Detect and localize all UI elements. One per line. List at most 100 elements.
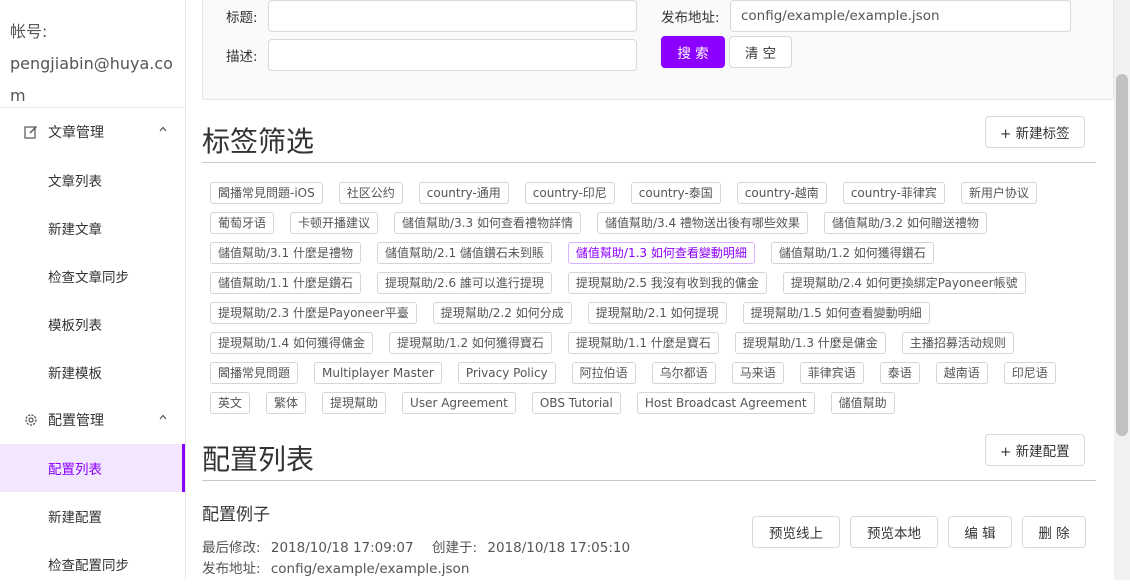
tag-chip[interactable]: 乌尔都语 bbox=[651, 362, 716, 384]
main-content: 标题: 描述: 发布地址: config/example/example.jso… bbox=[186, 0, 1114, 580]
url-meta-value: config/example/example.json bbox=[270, 561, 470, 577]
title-field-row: 标题: bbox=[226, 0, 637, 32]
tag-chip[interactable]: country-越南 bbox=[736, 182, 827, 204]
tag-chip[interactable]: country-菲律宾 bbox=[842, 182, 945, 204]
tag-chip[interactable]: 儲值幫助/3.2 如何贈送禮物 bbox=[823, 212, 987, 234]
tag-chip[interactable]: 提現幫助 bbox=[322, 392, 387, 414]
chevron-up-icon bbox=[159, 126, 167, 132]
menu-item-config-sync[interactable]: 检查配置同步 bbox=[0, 540, 185, 588]
tag-list: 閪播常見問題-iOS 社区公约 country-通用 country-印尼 countr… bbox=[210, 182, 1090, 414]
tags-section-title: 标签筛选 bbox=[202, 125, 315, 158]
config-divider bbox=[202, 480, 1096, 481]
tag-chip[interactable]: Host Broadcast Agreement bbox=[636, 392, 815, 414]
chevron-up-icon bbox=[159, 414, 167, 420]
menu-item-new-config[interactable]: 新建配置 bbox=[0, 492, 185, 540]
gear-icon bbox=[25, 414, 37, 426]
tag-chip[interactable]: country-泰国 bbox=[630, 182, 721, 204]
scrollbar-thumb[interactable] bbox=[1116, 74, 1128, 436]
new-tag-button[interactable]: + 新建标签 bbox=[985, 116, 1085, 148]
tag-chip[interactable]: 提現幫助/2.4 如何更換綁定Payoneer帳號 bbox=[782, 272, 1026, 294]
tag-chip[interactable]: 马来语 bbox=[731, 362, 784, 384]
tag-chip[interactable]: 儲值幫助/2.1 儲值鑽石未到賬 bbox=[376, 242, 552, 264]
tag-chip[interactable]: 提現幫助/2.1 如何提現 bbox=[587, 302, 727, 324]
tag-chip[interactable]: country-印尼 bbox=[524, 182, 615, 204]
tag-chip[interactable]: 提現幫助/2.2 如何分成 bbox=[432, 302, 572, 324]
menu-group-articles[interactable]: 文章管理 bbox=[0, 108, 185, 156]
tag-chip[interactable]: 提現幫助/1.2 如何獲得寶石 bbox=[388, 332, 552, 354]
config-item-name[interactable]: 配置例子 bbox=[202, 500, 270, 525]
tag-chip[interactable]: 提現幫助/2.5 我沒有收到我的傭金 bbox=[567, 272, 767, 294]
desc-label: 描述: bbox=[226, 49, 258, 65]
menu-group-label: 文章管理 bbox=[48, 125, 104, 141]
menu-group-configs[interactable]: 配置管理 bbox=[0, 396, 185, 444]
menu-item-article-list[interactable]: 文章列表 bbox=[0, 156, 185, 204]
edit-icon bbox=[24, 126, 37, 139]
tag-chip[interactable]: 菲律宾语 bbox=[799, 362, 864, 384]
clear-button[interactable]: 清 空 bbox=[729, 36, 792, 68]
tag-chip[interactable]: 提現幫助/1.1 什麼是寶石 bbox=[567, 332, 719, 354]
description-input[interactable] bbox=[268, 39, 637, 71]
modified-label: 最后修改: bbox=[202, 540, 261, 556]
tag-chip[interactable]: Privacy Policy bbox=[457, 362, 556, 384]
config-modified: 最后修改: 2018/10/18 17:09:07 bbox=[202, 536, 414, 556]
tag-chip[interactable]: 印尼语 bbox=[1003, 362, 1056, 384]
tag-chip[interactable]: 英文 bbox=[210, 392, 251, 414]
account-info: 帐号: pengjiabin@huya.com bbox=[0, 0, 185, 108]
config-section-title: 配置列表 bbox=[202, 443, 315, 476]
tag-chip[interactable]: 閪播常見問題 bbox=[210, 362, 299, 384]
edit-button[interactable]: 编 辑 bbox=[948, 516, 1012, 548]
tag-chip[interactable]: 儲值幫助 bbox=[830, 392, 895, 414]
tag-chip[interactable]: 越南语 bbox=[935, 362, 988, 384]
preview-local-button[interactable]: 预览本地 bbox=[850, 516, 938, 548]
created-label: 创建于: bbox=[432, 540, 478, 556]
menu-item-new-template[interactable]: 新建模板 bbox=[0, 348, 185, 396]
config-url: 发布地址: config/example/example.json bbox=[202, 557, 469, 577]
tag-chip[interactable]: 提現幫助/1.5 如何查看變動明細 bbox=[742, 302, 930, 324]
new-config-button[interactable]: + 新建配置 bbox=[985, 434, 1085, 466]
menu-item-template-list[interactable]: 模板列表 bbox=[0, 300, 185, 348]
delete-button[interactable]: 删 除 bbox=[1022, 516, 1086, 548]
tag-chip[interactable]: 儲值幫助/1.1 什麼是鑽石 bbox=[210, 272, 361, 294]
tag-chip[interactable]: 葡萄牙语 bbox=[210, 212, 275, 234]
tag-chip[interactable]: 儲值幫助/3.1 什麼是禮物 bbox=[210, 242, 361, 264]
tag-chip[interactable]: OBS Tutorial bbox=[531, 392, 621, 414]
modified-value: 2018/10/18 17:09:07 bbox=[270, 540, 414, 556]
url-field-row: 发布地址: config/example/example.json bbox=[661, 0, 1071, 32]
created-value: 2018/10/18 17:05:10 bbox=[487, 540, 631, 556]
search-button[interactable]: 搜 索 bbox=[661, 36, 725, 68]
vertical-scrollbar[interactable] bbox=[1114, 0, 1130, 580]
publish-url-input[interactable]: config/example/example.json bbox=[730, 0, 1071, 32]
tag-chip[interactable]: 卡顿开播建议 bbox=[290, 212, 379, 234]
tag-chip[interactable]: country-通用 bbox=[418, 182, 509, 204]
tag-chip[interactable]: 儲值幫助/3.3 如何查看禮物詳情 bbox=[394, 212, 581, 234]
tag-chip[interactable]: 提現幫助/2.3 什麼是Payoneer平臺 bbox=[210, 302, 417, 324]
account-label: 帐号: bbox=[10, 22, 48, 41]
title-input[interactable] bbox=[268, 0, 637, 32]
config-created: 创建于: 2018/10/18 17:05:10 bbox=[432, 536, 630, 556]
tag-chip[interactable]: 社区公约 bbox=[338, 182, 403, 204]
tag-chip[interactable]: 主播招募活动规则 bbox=[901, 332, 1014, 354]
preview-online-button[interactable]: 预览线上 bbox=[752, 516, 840, 548]
tag-chip[interactable]: 泰语 bbox=[879, 362, 920, 384]
tag-chip[interactable]: 儲值幫助/3.4 禮物送出後有哪些效果 bbox=[596, 212, 808, 234]
menu-item-article-sync[interactable]: 检查文章同步 bbox=[0, 252, 185, 300]
sidebar: 帐号: pengjiabin@huya.com 文章管理 文章列表 新建文章 检… bbox=[0, 0, 186, 580]
tag-chip[interactable]: User Agreement bbox=[402, 392, 516, 414]
tag-chip[interactable]: 儲值幫助/1.2 如何獲得鑽石 bbox=[770, 242, 934, 264]
tag-chip[interactable]: Multiplayer Master bbox=[314, 362, 442, 384]
tag-chip[interactable]: 儲值幫助/1.3 如何查看變動明細 bbox=[567, 242, 755, 264]
menu-group-label: 配置管理 bbox=[48, 413, 104, 429]
tag-chip[interactable]: 提現幫助/1.4 如何獲得傭金 bbox=[210, 332, 373, 354]
tag-chip[interactable]: 新用户协议 bbox=[960, 182, 1037, 204]
menu-item-config-list[interactable]: 配置列表 bbox=[0, 444, 185, 492]
tag-chip[interactable]: 繁体 bbox=[266, 392, 307, 414]
url-label: 发布地址: bbox=[661, 10, 720, 26]
tags-divider bbox=[202, 162, 1096, 163]
account-value: pengjiabin@huya.com bbox=[10, 54, 173, 105]
tag-chip[interactable]: 阿拉伯语 bbox=[571, 362, 636, 384]
tag-chip[interactable]: 提現幫助/1.3 什麼是傭金 bbox=[734, 332, 886, 354]
tag-chip[interactable]: 閪播常見問題-iOS bbox=[210, 182, 323, 204]
tag-chip[interactable]: 提現幫助/2.6 誰可以進行提現 bbox=[376, 272, 552, 294]
desc-field-row: 描述: bbox=[226, 39, 637, 71]
menu-item-new-article[interactable]: 新建文章 bbox=[0, 204, 185, 252]
